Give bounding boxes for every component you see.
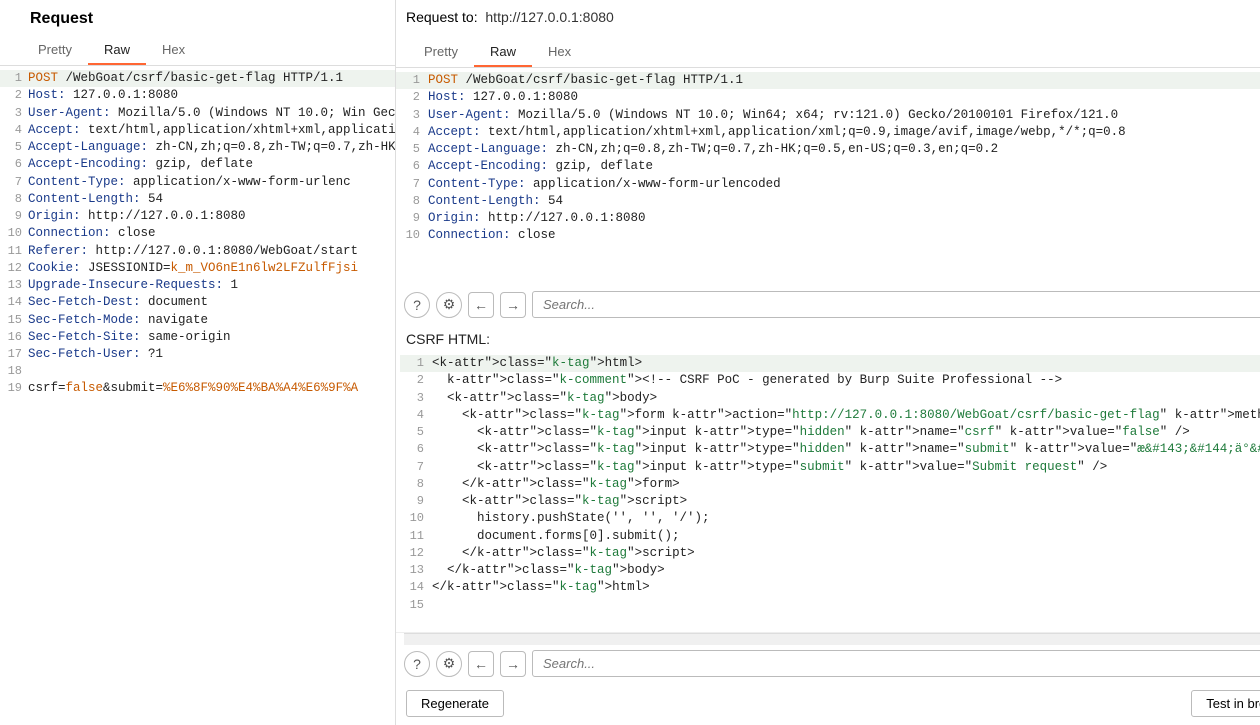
prev-arrow-1[interactable]: ← xyxy=(468,292,494,318)
code-line: 4Accept: text/html,application/xhtml+xml… xyxy=(0,122,395,139)
code-line: 3User-Agent: Mozilla/5.0 (Windows NT 10.… xyxy=(0,105,395,122)
help-icon-2[interactable]: ? xyxy=(404,292,430,318)
left-request-pane: Request Pretty Raw Hex 1POST /WebGoat/cs… xyxy=(0,0,396,725)
search-toolbar-1: ? ⚙ ← → 0 matches xyxy=(396,286,1260,323)
code-line: 9Origin: http://127.0.0.1:8080 xyxy=(396,210,1260,227)
tab-pretty-right[interactable]: Pretty xyxy=(408,36,474,67)
code-line: 3 <k-attr">class="k-tag">body> xyxy=(400,390,1260,407)
next-arrow-1[interactable]: → xyxy=(500,292,526,318)
code-line: 6Accept-Encoding: gzip, deflate xyxy=(0,156,395,173)
code-line: 9Origin: http://127.0.0.1:8080 xyxy=(0,208,395,225)
code-line: 8Content-Length: 54 xyxy=(0,191,395,208)
request-to-bar: Request to: http://127.0.0.1:8080 Option… xyxy=(396,0,1260,36)
code-line: 5Accept-Language: zh-CN,zh;q=0.8,zh-TW;q… xyxy=(396,141,1260,158)
code-line: 1POST /WebGoat/csrf/basic-get-flag HTTP/… xyxy=(0,70,395,87)
test-in-browser-button[interactable]: Test in browser xyxy=(1191,690,1260,717)
code-line: 3User-Agent: Mozilla/5.0 (Windows NT 10.… xyxy=(396,107,1260,124)
code-line: 10 history.pushState('', '', '/'); xyxy=(400,510,1260,527)
request-to-url: http://127.0.0.1:8080 xyxy=(485,9,613,25)
code-line: 15 xyxy=(400,597,1260,614)
code-line: 14</k-attr">class="k-tag">html> xyxy=(400,579,1260,596)
gear-icon-2[interactable]: ⚙ xyxy=(436,292,462,318)
help-icon-3[interactable]: ? xyxy=(404,651,430,677)
csrf-html-code[interactable]: 1<k-attr">class="k-tag">html>2 k-attr">c… xyxy=(396,351,1260,633)
search-toolbar-2: ? ⚙ ← → 0 matches xyxy=(396,645,1260,682)
code-line: 17Sec-Fetch-User: ?1 xyxy=(0,346,395,363)
code-line: 14Sec-Fetch-Dest: document xyxy=(0,294,395,311)
code-line: 13Upgrade-Insecure-Requests: 1 xyxy=(0,277,395,294)
code-line: 1<k-attr">class="k-tag">html> xyxy=(400,355,1260,372)
code-line: 5Accept-Language: zh-CN,zh;q=0.8,zh-TW;q… xyxy=(0,139,395,156)
code-line: 1POST /WebGoat/csrf/basic-get-flag HTTP/… xyxy=(396,72,1260,89)
code-line: 6Accept-Encoding: gzip, deflate xyxy=(396,158,1260,175)
code-line: 10Connection: close xyxy=(396,227,1260,244)
code-line: 8Content-Length: 54 xyxy=(396,193,1260,210)
code-line: 5 <k-attr">class="k-tag">input k-attr">t… xyxy=(400,424,1260,441)
search-input-1[interactable] xyxy=(532,291,1260,318)
tab-raw-left[interactable]: Raw xyxy=(88,34,146,65)
code-line: 9 <k-attr">class="k-tag">script> xyxy=(400,493,1260,510)
gear-icon-3[interactable]: ⚙ xyxy=(436,651,462,677)
regenerate-button[interactable]: Regenerate xyxy=(406,690,504,717)
next-arrow-2[interactable]: → xyxy=(500,651,526,677)
tab-hex-right[interactable]: Hex xyxy=(532,36,587,67)
request-title: Request xyxy=(0,0,395,34)
horizontal-scrollbar[interactable] xyxy=(404,633,1260,645)
request-to-label: Request to: xyxy=(406,9,478,25)
code-line: 11Referer: http://127.0.0.1:8080/WebGoat… xyxy=(0,243,395,260)
tab-raw-right[interactable]: Raw xyxy=(474,36,532,67)
code-line: 18 xyxy=(0,363,395,380)
left-code-area[interactable]: 1POST /WebGoat/csrf/basic-get-flag HTTP/… xyxy=(0,66,395,725)
code-line: 12 </k-attr">class="k-tag">script> xyxy=(400,545,1260,562)
search-input-2[interactable] xyxy=(532,650,1260,677)
code-line: 2Host: 127.0.0.1:8080 xyxy=(396,89,1260,106)
code-line: 12Cookie: JSESSIONID=k_m_VO6nE1n6lw2LFZu… xyxy=(0,260,395,277)
prev-arrow-2[interactable]: ← xyxy=(468,651,494,677)
code-line: 10Connection: close xyxy=(0,225,395,242)
code-line: 7Content-Type: application/x-www-form-ur… xyxy=(396,176,1260,193)
code-line: 11 document.forms[0].submit(); xyxy=(400,528,1260,545)
csrf-html-label: CSRF HTML: xyxy=(396,323,1260,351)
code-line: 2 k-attr">class="k-comment"><!-- CSRF Po… xyxy=(400,372,1260,389)
code-line: 4Accept: text/html,application/xhtml+xml… xyxy=(396,124,1260,141)
right-tabs: Pretty Raw Hex xyxy=(396,36,587,67)
tab-hex-left[interactable]: Hex xyxy=(146,34,201,65)
code-line: 6 <k-attr">class="k-tag">input k-attr">t… xyxy=(400,441,1260,458)
right-request-code[interactable]: 1POST /WebGoat/csrf/basic-get-flag HTTP/… xyxy=(396,68,1260,286)
code-line: 7 <k-attr">class="k-tag">input k-attr">t… xyxy=(400,459,1260,476)
code-line: 4 <k-attr">class="k-tag">form k-attr">ac… xyxy=(400,407,1260,424)
code-line: 15Sec-Fetch-Mode: navigate xyxy=(0,312,395,329)
code-line: 16Sec-Fetch-Site: same-origin xyxy=(0,329,395,346)
tab-pretty-left[interactable]: Pretty xyxy=(22,34,88,65)
code-line: 13 </k-attr">class="k-tag">body> xyxy=(400,562,1260,579)
code-line: 2Host: 127.0.0.1:8080 xyxy=(0,87,395,104)
code-line: 7Content-Type: application/x-www-form-ur… xyxy=(0,174,395,191)
footer-buttons: Regenerate Test in browser Copy HTML Clo… xyxy=(396,682,1260,725)
right-pane: Request to: http://127.0.0.1:8080 Option… xyxy=(396,0,1260,725)
left-tabs: Pretty Raw Hex xyxy=(0,34,395,66)
code-line: 8 </k-attr">class="k-tag">form> xyxy=(400,476,1260,493)
code-line: 19csrf=false&submit=%E6%8F%90%E4%BA%A4%E… xyxy=(0,380,395,397)
